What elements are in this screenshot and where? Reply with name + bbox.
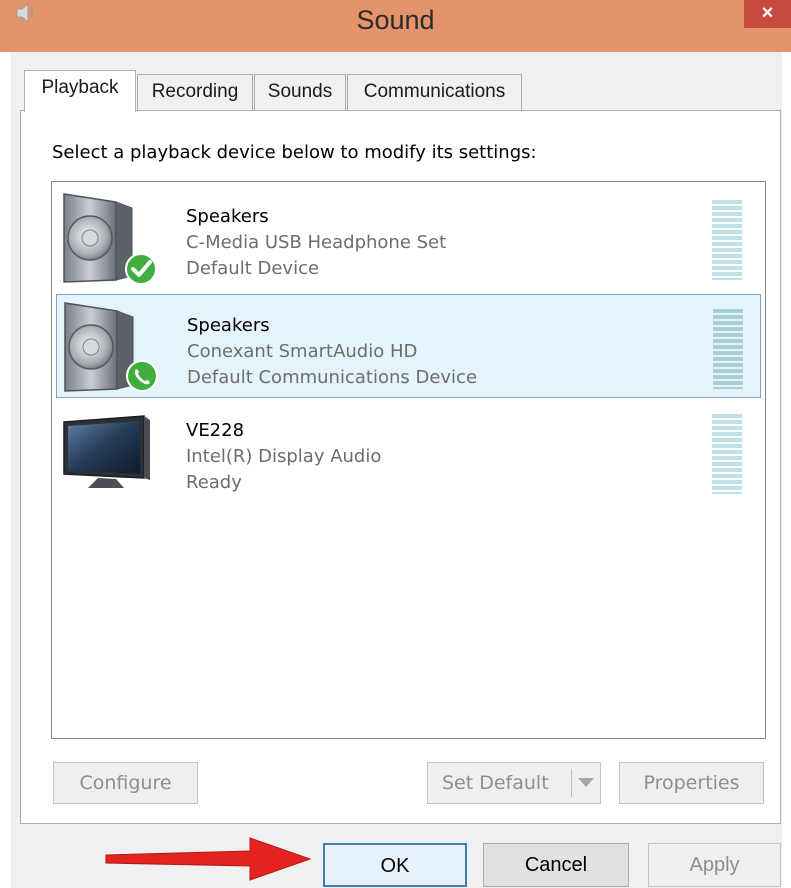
set-default-label: Set Default — [442, 772, 549, 794]
configure-button[interactable]: Configure — [53, 762, 198, 804]
device-row-c-media-speakers[interactable]: Speakers C-Media USB Headphone Set Defau… — [56, 186, 761, 290]
playback-instruction: Select a playback device below to modify… — [52, 142, 537, 163]
device-name: Speakers — [187, 315, 270, 336]
window-edge-left — [0, 52, 11, 888]
tab-sounds[interactable]: Sounds — [254, 74, 346, 110]
volume-level-meter — [712, 414, 742, 494]
red-arrow-annotation-icon — [105, 837, 312, 881]
device-name: VE228 — [186, 420, 245, 441]
device-driver: Intel(R) Display Audio — [186, 446, 382, 467]
cancel-button[interactable]: Cancel — [483, 843, 629, 887]
playback-device-list[interactable]: Speakers C-Media USB Headphone Set Defau… — [51, 181, 766, 739]
tab-communications[interactable]: Communications — [347, 74, 522, 110]
communications-phone-badge-icon — [126, 360, 158, 392]
volume-level-meter — [713, 309, 743, 389]
close-button[interactable]: × — [744, 0, 791, 28]
window-edge-right — [782, 52, 791, 888]
device-driver: C-Media USB Headphone Set — [186, 232, 447, 253]
device-row-ve228[interactable]: VE228 Intel(R) Display Audio Ready — [56, 400, 761, 504]
title-bar[interactable]: Sound × — [0, 0, 791, 52]
sound-dialog: Sound × Playback Recording Sounds Commun… — [0, 0, 791, 888]
default-check-badge-icon — [125, 253, 157, 285]
window-title: Sound — [356, 5, 435, 35]
monitor-icon — [63, 415, 150, 488]
device-status: Ready — [186, 472, 242, 493]
device-status: Default Communications Device — [187, 367, 478, 388]
apply-button[interactable]: Apply — [648, 843, 781, 887]
tab-playback[interactable]: Playback — [24, 70, 136, 112]
device-driver: Conexant SmartAudio HD — [187, 341, 418, 362]
device-name: Speakers — [186, 206, 269, 227]
device-row-conexant-speakers[interactable]: Speakers Conexant SmartAudio HD Default … — [56, 294, 761, 398]
ok-button[interactable]: OK — [323, 843, 467, 887]
split-separator — [571, 769, 572, 797]
device-status: Default Device — [186, 258, 320, 279]
volume-level-meter — [712, 200, 742, 280]
chevron-down-icon[interactable] — [578, 778, 594, 787]
properties-button[interactable]: Properties — [619, 762, 764, 804]
set-default-split-button[interactable]: Set Default — [427, 762, 601, 804]
tab-recording[interactable]: Recording — [137, 74, 253, 110]
